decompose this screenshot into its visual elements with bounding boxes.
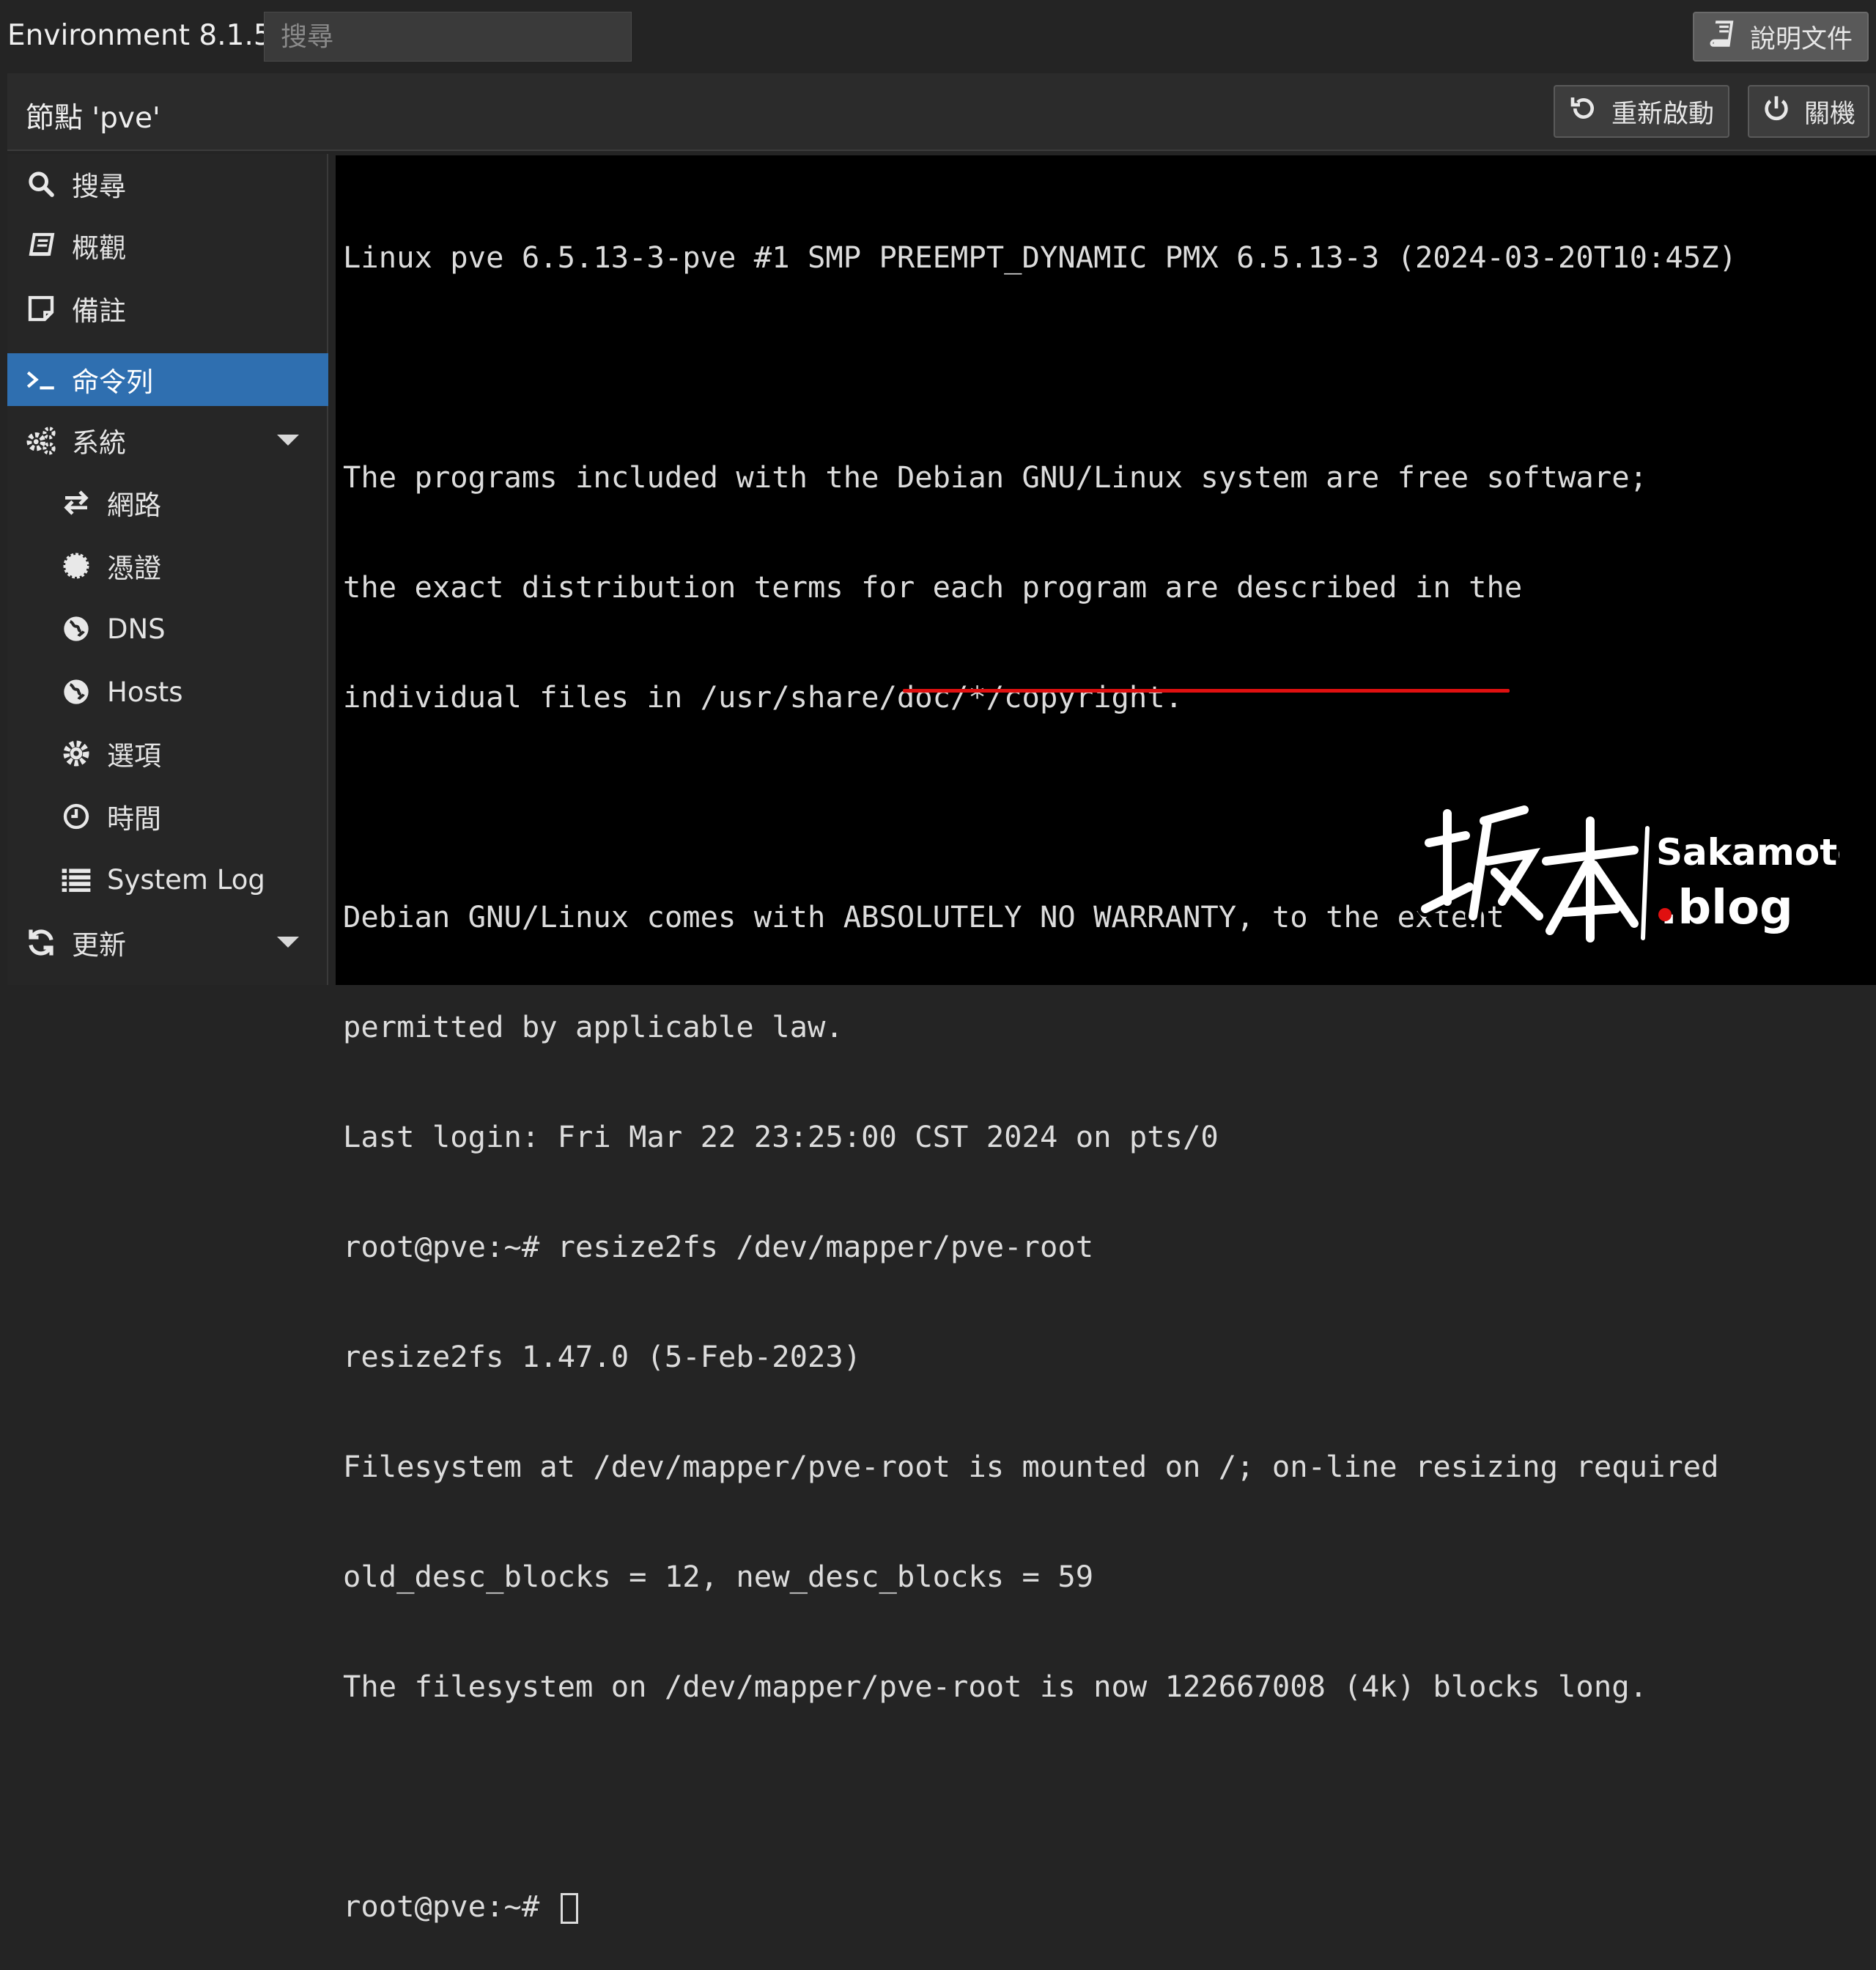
sidebar: 搜尋 概觀 備註 命令列 系統 網路 憑證 DNS Hosts 選項 時間 Sy… (7, 154, 328, 985)
node-title: 節點 'pve' (26, 102, 160, 135)
reboot-label: 重新啟動 (1611, 99, 1714, 129)
sidebar-item-label: Hosts (107, 676, 183, 708)
sidebar-item-certificates[interactable]: 憑證 (7, 539, 328, 592)
sidebar-item-system[interactable]: 系統 (7, 414, 328, 467)
gear-icon (59, 736, 94, 771)
terminal-line: permitted by applicable law. (343, 1009, 843, 1044)
reboot-button[interactable]: 重新啟動 (1554, 85, 1729, 138)
command-highlight-underline (903, 689, 1510, 693)
terminal-output: Linux pve 6.5.13-3-pve #1 SMP PREEMPT_DY… (343, 166, 1737, 1970)
sidebar-item-label: 選項 (107, 740, 161, 772)
sidebar-item-label: 時間 (107, 803, 161, 835)
refresh-icon (23, 925, 59, 960)
chevron-down-icon[interactable] (277, 937, 299, 948)
svg-text:Sakamoto: Sakamoto (1656, 831, 1839, 874)
terminal-command-line: root@pve:~# resize2fs /dev/mapper/pve-ro… (343, 1229, 1094, 1264)
sidebar-item-label: 搜尋 (72, 171, 126, 202)
search-input[interactable] (264, 12, 632, 62)
note-icon (23, 291, 59, 326)
sidebar-item-label: 憑證 (107, 553, 161, 584)
terminal-line: Linux pve 6.5.13-3-pve #1 SMP PREEMPT_DY… (343, 240, 1737, 275)
sidebar-item-label: 網路 (107, 490, 161, 521)
terminal-line: Filesystem at /dev/mapper/pve-root is mo… (343, 1449, 1719, 1484)
globe-icon (59, 674, 94, 709)
docs-label: 說明文件 (1749, 24, 1853, 54)
sidebar-item-time[interactable]: 時間 (7, 790, 328, 843)
sidebar-item-overview[interactable]: 概觀 (7, 219, 328, 272)
sidebar-item-dns[interactable]: DNS (7, 602, 328, 655)
clock-icon (59, 799, 94, 834)
terminal-icon (23, 362, 59, 397)
terminal-cursor (560, 1893, 578, 1924)
terminal-line: Last login: Fri Mar 22 23:25:00 CST 2024… (343, 1119, 1219, 1154)
top-bar: Environment 8.1.5 說明文件 (0, 0, 1876, 72)
chevron-down-icon[interactable] (277, 435, 299, 446)
sidebar-item-updates[interactable]: 更新 (7, 916, 328, 969)
sidebar-item-notes[interactable]: 備註 (7, 282, 328, 335)
terminal-line: individual files in /usr/share/doc/*/cop… (343, 679, 1183, 715)
globe-icon (59, 611, 94, 646)
sidebar-item-label: 命令列 (72, 366, 153, 398)
shutdown-button[interactable]: 關機 (1748, 85, 1869, 138)
sidebar-item-shell[interactable]: 命令列 (7, 353, 328, 406)
app-title: Environment 8.1.5 (7, 19, 272, 52)
power-icon (1762, 94, 1791, 130)
undo-icon (1569, 94, 1598, 130)
gears-icon (23, 423, 59, 458)
watermark-logo: Sakamoto .blog (1414, 792, 1864, 967)
terminal-line: the exact distribution terms for each pr… (343, 569, 1523, 605)
list-icon (59, 862, 94, 897)
sidebar-item-search[interactable]: 搜尋 (7, 158, 328, 210)
terminal-line: old_desc_blocks = 12, new_desc_blocks = … (343, 1559, 1094, 1594)
book-icon (23, 228, 59, 263)
sidebar-item-label: System Log (107, 863, 265, 896)
exchange-icon (59, 485, 94, 520)
terminal-line: The programs included with the Debian GN… (343, 460, 1647, 495)
sidebar-item-label: DNS (107, 613, 166, 645)
book-icon (1709, 20, 1737, 54)
svg-text:.blog: .blog (1660, 881, 1793, 935)
sidebar-item-label: 概觀 (72, 232, 126, 264)
sidebar-item-label: 備註 (72, 295, 126, 327)
sidebar-item-options[interactable]: 選項 (7, 727, 328, 780)
terminal-prompt-line: root@pve:~# (343, 1888, 1737, 1925)
node-header: 節點 'pve' 重新啟動 關機 (7, 73, 1876, 151)
search-icon (23, 166, 59, 202)
docs-button[interactable]: 說明文件 (1693, 12, 1869, 62)
terminal-prompt: root@pve:~# (343, 1889, 558, 1924)
certificate-icon (59, 548, 94, 583)
sidebar-item-system-log[interactable]: System Log (7, 853, 328, 906)
terminal-line: resize2fs 1.47.0 (5-Feb-2023) (343, 1339, 862, 1374)
sidebar-item-network[interactable]: 網路 (7, 476, 328, 529)
sidebar-item-label: 更新 (72, 929, 126, 961)
sidebar-item-label: 系統 (72, 427, 126, 459)
sidebar-item-hosts[interactable]: Hosts (7, 665, 328, 718)
terminal-line: The filesystem on /dev/mapper/pve-root i… (343, 1669, 1647, 1704)
shutdown-label: 關機 (1803, 99, 1855, 129)
